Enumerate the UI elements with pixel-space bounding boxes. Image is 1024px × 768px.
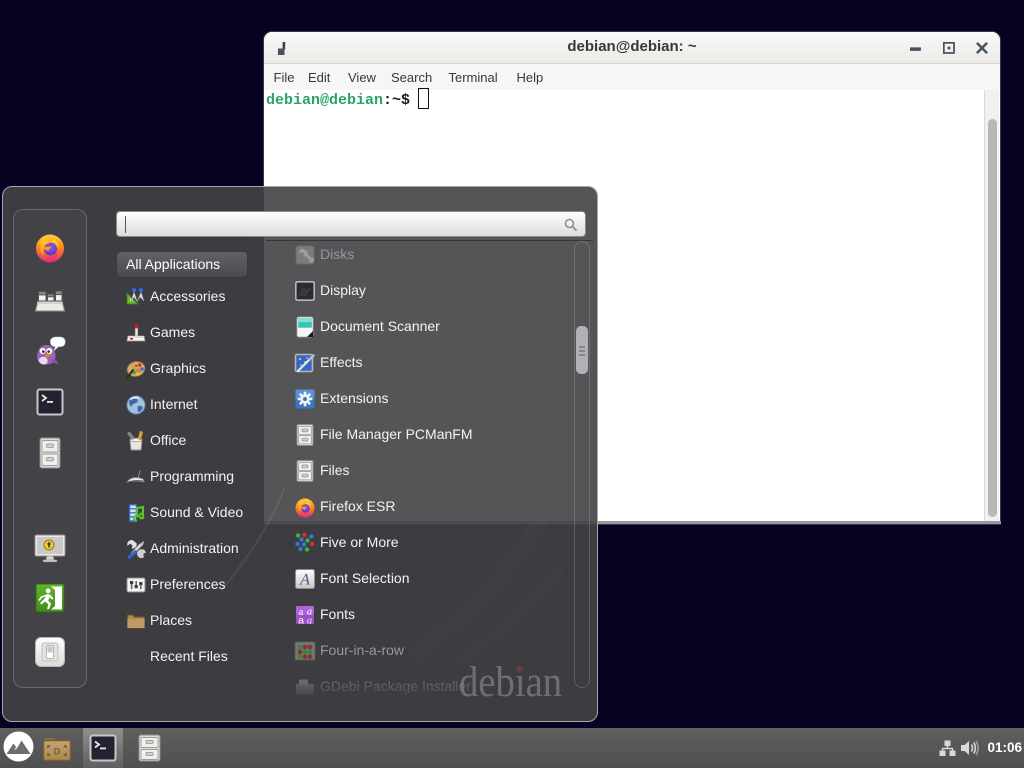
svg-text:a: a: [307, 616, 312, 627]
svg-text:a: a: [298, 615, 304, 627]
svg-text:A: A: [299, 572, 310, 589]
svg-text:D: D: [54, 747, 61, 757]
